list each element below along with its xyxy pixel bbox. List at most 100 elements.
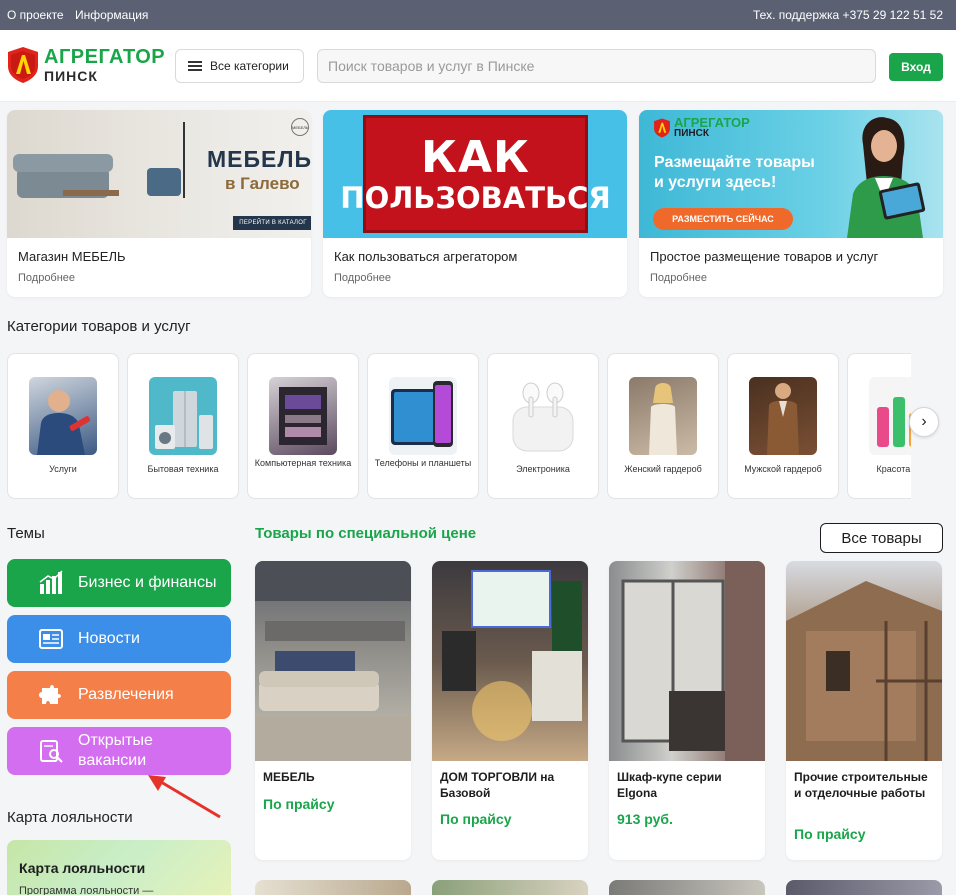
logo-line2: ПИНСК xyxy=(44,68,98,84)
product-name: МЕБЕЛЬ xyxy=(263,770,315,784)
promo-title: Как пользоваться агрегатором xyxy=(334,249,518,264)
category-card-electronics[interactable]: Электроника xyxy=(487,353,599,499)
about-link[interactable]: О проекте xyxy=(7,8,64,22)
category-label: Женский гардероб xyxy=(624,464,702,474)
product-card[interactable]: Шкаф-купе серии Elgona 913 руб. xyxy=(609,561,765,860)
categories-title: Категории товаров и услуг xyxy=(7,318,191,335)
promo-card-howto[interactable]: КАК ПОЛЬЗОВАТЬСЯ Как пользоваться агрега… xyxy=(323,110,627,297)
product-image xyxy=(432,561,588,761)
promo-title: Простое размещение товаров и услуг xyxy=(650,249,879,264)
womens-wear-image xyxy=(629,377,697,455)
promo-card-furniture[interactable]: МЕБЕЛЬ МЕБЕЛЬ в Галево ПЕРЕЙТИ В КАТАЛОГ… xyxy=(7,110,311,297)
top-bar: О проекте Информация Тех. поддержка +375… xyxy=(0,0,956,30)
category-card-beauty[interactable]: Красота и зд xyxy=(847,353,911,499)
banner-headline-line2: и услуги здесь! xyxy=(654,174,777,191)
services-image xyxy=(29,377,97,455)
product-image xyxy=(609,561,765,761)
header: АГРЕГАТОР ПИНСК Все категории Вход xyxy=(0,30,956,102)
product-card-partial[interactable] xyxy=(432,880,588,895)
category-card-mens-wear[interactable]: Мужской гардероб xyxy=(727,353,839,499)
howto-line1: КАК xyxy=(421,131,530,183)
red-pointer-arrow xyxy=(148,775,221,819)
banner-headline: МЕБЕЛЬ xyxy=(207,146,311,172)
product-price: По прайсу xyxy=(440,811,512,827)
promo-more-link[interactable]: Подробнее xyxy=(18,272,75,284)
lamp-shape xyxy=(183,122,185,198)
banner-headline: Размещайте товары и услуги здесь! xyxy=(654,153,815,193)
banner-cta: ПЕРЕЙТИ В КАТАЛОГ xyxy=(233,216,311,230)
mens-wear-image xyxy=(749,377,817,455)
search-input[interactable] xyxy=(317,49,876,83)
product-card-partial[interactable] xyxy=(255,880,411,895)
product-name: Прочие строительные и отделочные работы xyxy=(794,770,928,800)
categories-carousel: Услуги Бытовая техника Компьютерная техн… xyxy=(7,353,911,499)
product-image xyxy=(786,561,942,761)
carousel-next-button[interactable]: › xyxy=(909,407,939,437)
product-name: Шкаф-купе серии Elgona xyxy=(617,770,722,800)
table-shape xyxy=(63,190,119,196)
loyalty-card-subtitle: Программа лояльности — xyxy=(19,885,154,895)
category-label: Красота и зд xyxy=(876,464,911,474)
job-search-icon xyxy=(40,740,63,763)
category-label: Услуги xyxy=(49,464,77,474)
category-label: Компьютерная техника xyxy=(254,458,352,468)
electronics-image xyxy=(509,377,577,455)
loyalty-title: Карта лояльности xyxy=(7,809,133,826)
product-card[interactable]: Прочие строительные и отделочные работы … xyxy=(786,561,942,860)
banner-subheadline: в Галево xyxy=(225,174,300,193)
theme-business[interactable]: Бизнес и финансы xyxy=(7,559,231,607)
promo-banner-furniture: МЕБЕЛЬ МЕБЕЛЬ в Галево ПЕРЕЙТИ В КАТАЛОГ xyxy=(7,110,311,238)
menu-icon xyxy=(188,61,202,71)
theme-news[interactable]: Новости xyxy=(7,615,231,663)
category-card-womens-wear[interactable]: Женский гардероб xyxy=(607,353,719,499)
banner-logo: АГРЕГАТОР ПИНСК xyxy=(653,116,750,139)
category-label: Мужской гардероб xyxy=(744,464,822,474)
theme-label: Развлечения xyxy=(78,686,174,703)
category-card-phones[interactable]: Телефоны и планшеты xyxy=(367,353,479,499)
product-card[interactable]: ДОМ ТОРГОВЛИ на Базовой По прайсу xyxy=(432,561,588,860)
info-link[interactable]: Информация xyxy=(75,8,148,22)
woman-with-tablet-illustration xyxy=(847,117,926,238)
chart-icon xyxy=(39,570,63,594)
shield-logo-icon xyxy=(654,117,670,138)
promo-banner-howto: КАК ПОЛЬЗОВАТЬСЯ xyxy=(323,110,627,238)
category-label: Телефоны и планшеты xyxy=(374,458,472,468)
product-card[interactable]: МЕБЕЛЬ По прайсу xyxy=(255,561,411,860)
category-card-services[interactable]: Услуги xyxy=(7,353,119,499)
logo-line1: АГРЕГАТОР xyxy=(44,46,166,68)
all-categories-label: Все категории xyxy=(210,59,289,73)
support-phone[interactable]: Тех. поддержка +375 29 122 51 52 xyxy=(753,8,943,22)
category-label: Электроника xyxy=(516,464,570,474)
product-card-partial[interactable] xyxy=(609,880,765,895)
site-logo[interactable]: АГРЕГАТОР ПИНСК xyxy=(6,46,165,84)
themes-title: Темы xyxy=(7,525,45,542)
computers-image xyxy=(269,377,337,455)
category-card-appliances[interactable]: Бытовая техника xyxy=(127,353,239,499)
loyalty-card[interactable]: Карта лояльности Программа лояльности — xyxy=(7,840,231,895)
banner-headline-line1: Размещайте товары xyxy=(654,154,815,171)
product-card-partial[interactable] xyxy=(786,880,942,895)
top-links: О проекте Информация xyxy=(7,8,156,22)
product-image xyxy=(255,561,411,761)
category-card-computers[interactable]: Компьютерная техника xyxy=(247,353,359,499)
puzzle-icon xyxy=(39,685,61,704)
promo-more-link[interactable]: Подробнее xyxy=(650,272,707,284)
armchair-shape xyxy=(147,168,181,196)
phones-image xyxy=(389,377,457,455)
login-button[interactable]: Вход xyxy=(889,53,943,81)
all-categories-button[interactable]: Все категории xyxy=(175,49,304,83)
shield-logo-icon xyxy=(8,47,38,83)
theme-label: Новости xyxy=(78,630,140,647)
category-label: Бытовая техника xyxy=(147,464,219,474)
loyalty-card-title: Карта лояльности xyxy=(19,860,146,876)
promo-more-link[interactable]: Подробнее xyxy=(334,272,391,284)
beauty-image xyxy=(869,377,911,455)
promo-card-placement[interactable]: АГРЕГАТОР ПИНСК Размещайте товары и услу… xyxy=(639,110,943,297)
all-products-button[interactable]: Все товары xyxy=(820,523,943,553)
special-offers-title: Товары по специальной цене xyxy=(255,525,477,542)
newspaper-icon xyxy=(39,629,63,649)
furniture-store-logo: МЕБЕЛЬ xyxy=(291,118,309,136)
theme-entertainment[interactable]: Развлечения xyxy=(7,671,231,719)
product-price: По прайсу xyxy=(263,796,335,812)
howto-sign: КАК ПОЛЬЗОВАТЬСЯ xyxy=(340,115,611,233)
